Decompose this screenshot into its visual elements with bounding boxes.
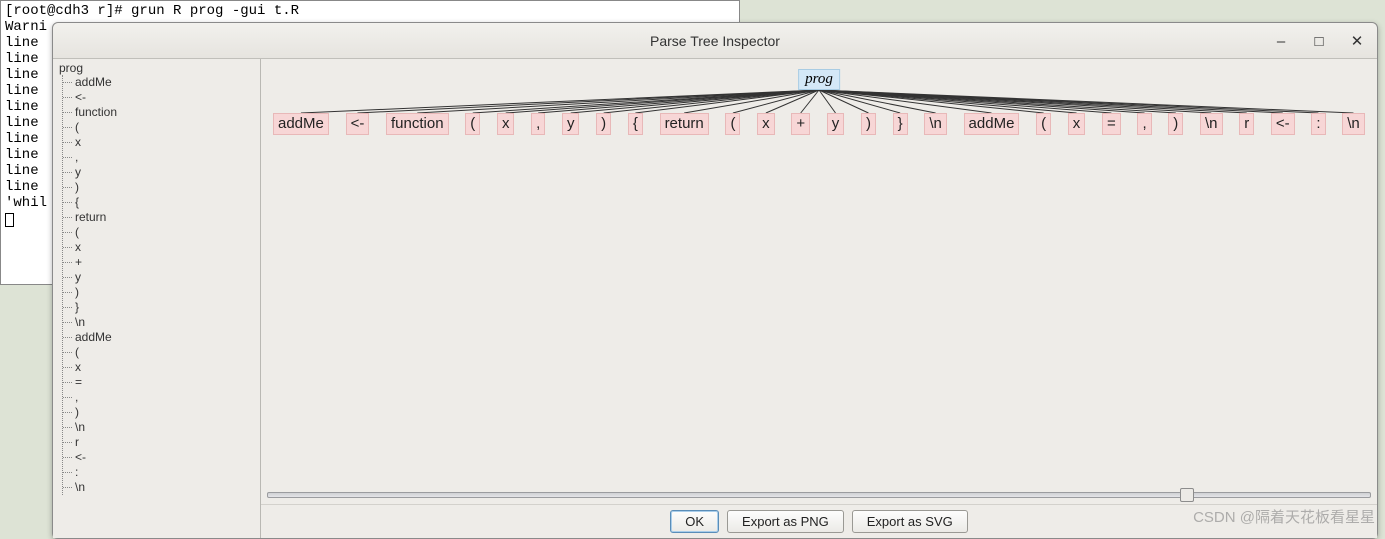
leaf-node[interactable]: function (386, 113, 449, 135)
leaf-node[interactable]: + (791, 113, 810, 135)
tree-item[interactable]: ) (63, 180, 260, 195)
tree-item[interactable]: ( (63, 120, 260, 135)
leaf-node[interactable]: , (531, 113, 545, 135)
terminal-line: [root@cdh3 r]# grun R prog -gui t.R (5, 3, 735, 19)
tree-item[interactable]: addMe (63, 330, 260, 345)
leaf-node[interactable]: : (1311, 113, 1325, 135)
leaf-node[interactable]: \n (924, 113, 947, 135)
canvas-wrap: prog addMe <- function ( x, y) { return ( x + y)} \n… (261, 59, 1377, 538)
tree-item[interactable]: function (63, 105, 260, 120)
inspector-body: prog addMe<-function(x,y){return(x+y)}\n… (53, 59, 1377, 538)
leaf-node[interactable]: ( (725, 113, 740, 135)
leaf-node[interactable]: y (562, 113, 580, 135)
window-title: Parse Tree Inspector (650, 33, 780, 49)
tree-item[interactable]: \n (63, 315, 260, 330)
tree-item[interactable]: , (63, 390, 260, 405)
leaf-node[interactable]: x (1068, 113, 1086, 135)
tree-item[interactable]: { (63, 195, 260, 210)
tree-item[interactable]: ( (63, 225, 260, 240)
leaf-node[interactable]: <- (346, 113, 370, 135)
titlebar[interactable]: Parse Tree Inspector – □ ✕ (53, 23, 1377, 59)
leaf-node[interactable]: ) (1168, 113, 1183, 135)
leaf-node[interactable]: ( (465, 113, 480, 135)
tree-item[interactable]: ( (63, 345, 260, 360)
tree-item[interactable]: return (63, 210, 260, 225)
tree-item[interactable]: } (63, 300, 260, 315)
tree-item[interactable]: x (63, 240, 260, 255)
leaf-node[interactable]: } (893, 113, 908, 135)
leaf-node[interactable]: { (628, 113, 643, 135)
tree-item[interactable]: , (63, 150, 260, 165)
maximize-icon[interactable]: □ (1305, 27, 1333, 55)
leaf-node[interactable]: , (1137, 113, 1151, 135)
tree-item[interactable]: ) (63, 285, 260, 300)
minimize-icon[interactable]: – (1267, 27, 1295, 55)
button-row: OK Export as PNG Export as SVG (261, 504, 1377, 538)
leaf-node[interactable]: return (660, 113, 709, 135)
tree-item[interactable]: x (63, 360, 260, 375)
leaf-node[interactable]: ( (1036, 113, 1051, 135)
tree-children: addMe<-function(x,y){return(x+y)}\naddMe… (62, 75, 260, 495)
leaf-node[interactable]: = (1102, 113, 1121, 135)
leaf-node[interactable]: <- (1271, 113, 1295, 135)
leaf-node[interactable]: x (497, 113, 515, 135)
tree-panel[interactable]: prog addMe<-function(x,y){return(x+y)}\n… (53, 59, 261, 538)
tree-item[interactable]: y (63, 270, 260, 285)
leaf-node[interactable]: ) (596, 113, 611, 135)
leaf-node[interactable]: addMe (273, 113, 329, 135)
zoom-slider-row (261, 486, 1377, 504)
leaf-node[interactable]: \n (1342, 113, 1365, 135)
leaf-row: addMe <- function ( x, y) { return ( x + y)} \n addMe… (273, 113, 1365, 135)
export-svg-button[interactable]: Export as SVG (852, 510, 968, 533)
tree-item[interactable]: y (63, 165, 260, 180)
ok-button[interactable]: OK (670, 510, 719, 533)
tree-root-label[interactable]: prog (57, 61, 260, 75)
leaf-node[interactable]: \n (1200, 113, 1223, 135)
export-png-button[interactable]: Export as PNG (727, 510, 844, 533)
tree-item[interactable]: : (63, 465, 260, 480)
zoom-slider[interactable] (267, 492, 1371, 498)
window-controls: – □ ✕ (1267, 27, 1371, 55)
terminal-cursor (5, 213, 14, 227)
tree-item[interactable]: r (63, 435, 260, 450)
tree-item[interactable]: \n (63, 480, 260, 495)
parse-tree-inspector-window: Parse Tree Inspector – □ ✕ prog addMe<-f… (52, 22, 1378, 539)
leaf-node[interactable]: x (757, 113, 775, 135)
leaf-node[interactable]: addMe (964, 113, 1020, 135)
tree-item[interactable]: ) (63, 405, 260, 420)
leaf-node[interactable]: r (1239, 113, 1254, 135)
tree-item[interactable]: <- (63, 450, 260, 465)
tree-item[interactable]: + (63, 255, 260, 270)
tree-item[interactable]: <- (63, 90, 260, 105)
close-icon[interactable]: ✕ (1343, 27, 1371, 55)
parse-tree-canvas[interactable]: prog addMe <- function ( x, y) { return ( x + y)} \n… (261, 59, 1377, 486)
leaf-node[interactable]: ) (861, 113, 876, 135)
tree-item[interactable]: \n (63, 420, 260, 435)
zoom-slider-thumb[interactable] (1180, 488, 1194, 502)
leaf-node[interactable]: y (827, 113, 845, 135)
tree-item[interactable]: addMe (63, 75, 260, 90)
graph-root-node[interactable]: prog (798, 69, 840, 90)
tree-item[interactable]: x (63, 135, 260, 150)
tree-item[interactable]: = (63, 375, 260, 390)
